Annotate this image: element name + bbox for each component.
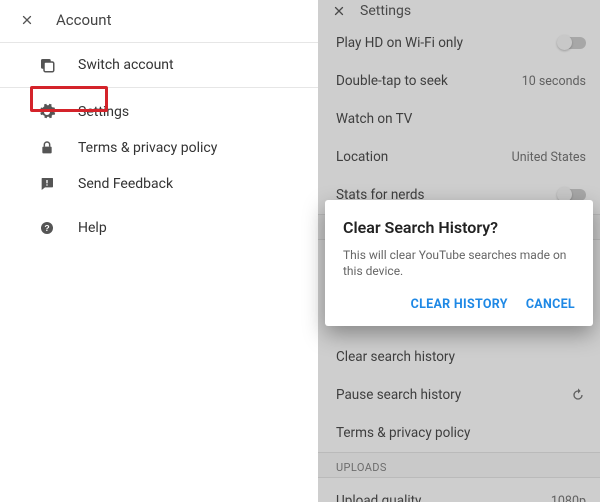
row-play-hd[interactable]: Play HD on Wi-Fi only xyxy=(318,24,600,62)
row-pause-search-history[interactable]: Pause search history xyxy=(318,376,600,414)
settings-title: Settings xyxy=(360,3,411,19)
menu-settings[interactable]: Settings xyxy=(0,94,318,130)
account-panel: Account Switch account Settings Terms & … xyxy=(0,0,318,502)
row-upload-quality[interactable]: Upload quality 1080p xyxy=(318,482,600,502)
menu-label: Terms & privacy policy xyxy=(78,140,217,156)
toggle-switch[interactable] xyxy=(558,37,586,49)
menu-label: Settings xyxy=(78,104,129,120)
close-icon[interactable] xyxy=(332,4,346,18)
row-label: Terms & privacy policy xyxy=(336,425,470,441)
row-clear-search-history[interactable]: Clear search history xyxy=(318,338,600,376)
svg-text:?: ? xyxy=(44,223,49,233)
help-icon: ? xyxy=(38,219,56,237)
close-icon[interactable] xyxy=(20,13,34,27)
clear-history-button[interactable]: CLEAR HISTORY xyxy=(411,297,508,312)
row-value: 10 seconds xyxy=(522,74,586,89)
row-label: Clear search history xyxy=(336,349,455,365)
cancel-button[interactable]: CANCEL xyxy=(526,297,575,312)
gear-icon xyxy=(38,103,56,121)
settings-list-uploads: Upload quality 1080p xyxy=(318,478,600,502)
dialog-title: Clear Search History? xyxy=(343,218,575,237)
account-title: Account xyxy=(56,11,112,29)
row-label: Watch on TV xyxy=(336,111,412,127)
menu-terms[interactable]: Terms & privacy policy xyxy=(0,130,318,166)
feedback-icon xyxy=(38,175,56,193)
row-label: Upload quality xyxy=(336,493,421,502)
menu-label: Help xyxy=(78,220,107,236)
row-label: Pause search history xyxy=(336,387,461,403)
lock-icon xyxy=(38,139,56,157)
row-double-tap[interactable]: Double-tap to seek 10 seconds xyxy=(318,62,600,100)
dialog-body: This will clear YouTube searches made on… xyxy=(343,247,575,279)
row-watch-on-tv[interactable]: Watch on TV xyxy=(318,100,600,138)
menu-label: Switch account xyxy=(78,57,174,73)
settings-panel: Settings Play HD on Wi-Fi only Double-ta… xyxy=(318,0,600,502)
row-location[interactable]: Location United States xyxy=(318,138,600,176)
row-value: United States xyxy=(512,150,586,165)
section-uploads: UPLOADS xyxy=(318,452,600,478)
app-root: Account Switch account Settings Terms & … xyxy=(0,0,600,502)
menu-help[interactable]: ? Help xyxy=(0,210,318,246)
row-terms-privacy[interactable]: Terms & privacy policy xyxy=(318,414,600,452)
clear-search-dialog: Clear Search History? This will clear Yo… xyxy=(325,200,593,326)
account-header: Account xyxy=(0,0,318,40)
menu-label: Send Feedback xyxy=(78,176,173,192)
settings-list-general: Play HD on Wi-Fi only Double-tap to seek… xyxy=(318,20,600,214)
row-label: Double-tap to seek xyxy=(336,73,448,89)
menu-switch-account[interactable]: Switch account xyxy=(0,47,318,83)
section-label: UPLOADS xyxy=(336,461,387,474)
switch-account-icon xyxy=(38,56,56,74)
dialog-actions: CLEAR HISTORY CANCEL xyxy=(343,297,575,318)
refresh-icon[interactable] xyxy=(570,387,586,403)
divider xyxy=(0,42,318,43)
row-label: Location xyxy=(336,149,388,165)
row-value: 1080p xyxy=(551,494,586,502)
settings-header: Settings xyxy=(318,0,600,20)
row-label: Play HD on Wi-Fi only xyxy=(336,35,463,51)
divider xyxy=(0,87,318,88)
menu-feedback[interactable]: Send Feedback xyxy=(0,166,318,202)
